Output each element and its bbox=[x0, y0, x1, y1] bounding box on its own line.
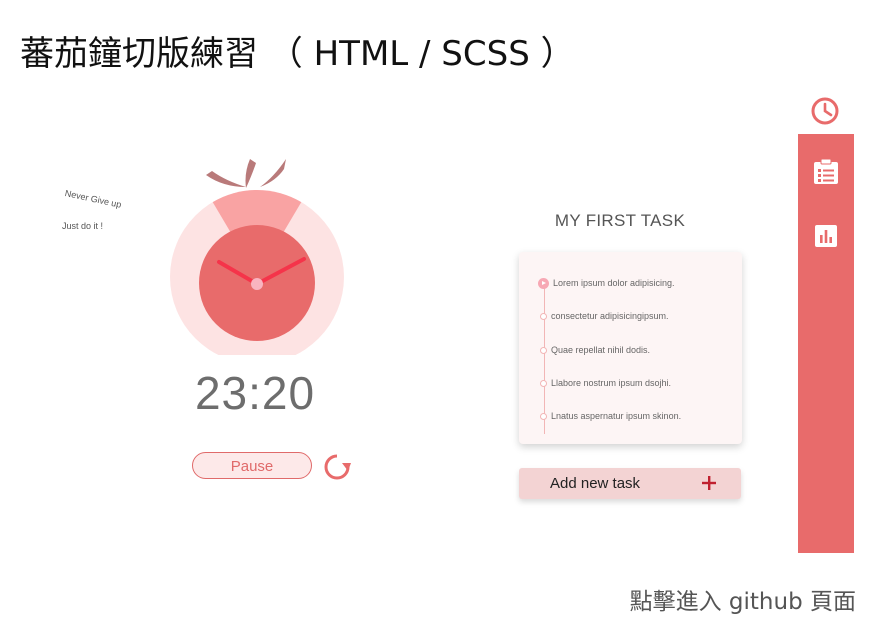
page-title: 蕃茄鐘切版練習 （ HTML / SCSS ） bbox=[20, 34, 575, 74]
bar-chart-icon[interactable] bbox=[813, 223, 839, 249]
task-label: Lnatus aspernatur ipsum skinon. bbox=[551, 411, 682, 421]
clock-center bbox=[251, 278, 263, 290]
task-dot-icon bbox=[540, 346, 547, 354]
add-task-label: Add new task bbox=[550, 475, 641, 492]
task-label: Quae repellat nihil dodis. bbox=[551, 345, 651, 355]
task-dot-icon bbox=[540, 379, 547, 387]
task-item[interactable]: Quae repellat nihil dodis. bbox=[540, 343, 650, 357]
add-task-button[interactable]: Add new task bbox=[519, 468, 741, 499]
reset-icon[interactable] bbox=[320, 451, 354, 481]
task-heading: MY FIRST TASK bbox=[554, 211, 686, 230]
task-dot-icon bbox=[540, 312, 547, 320]
task-list-card: Lorem ipsum dolor adipisicing. consectetu… bbox=[519, 252, 742, 444]
tomato-stem-left bbox=[206, 171, 246, 187]
clock-icon[interactable] bbox=[810, 96, 840, 126]
tomato-stem-mid bbox=[245, 159, 256, 188]
task-label: Lorem ipsum dolor adipisicing. bbox=[553, 278, 675, 288]
task-item[interactable]: Lnatus aspernatur ipsum skinon. bbox=[540, 409, 681, 423]
github-link[interactable]: 點擊進入 github 頁面 bbox=[630, 582, 856, 616]
task-dot-icon bbox=[540, 412, 547, 420]
tomato-clock bbox=[168, 155, 348, 355]
task-item[interactable]: consectetur adipisicingipsum. bbox=[540, 309, 669, 323]
motto-never-give-up: Never Give up bbox=[63, 188, 123, 210]
timer-display: 23:20 bbox=[194, 367, 316, 419]
task-item[interactable]: Llabore nostrum ipsum dsojhi. bbox=[540, 376, 671, 390]
task-label: consectetur adipisicingipsum. bbox=[551, 311, 669, 321]
pause-button[interactable]: Pause bbox=[192, 452, 312, 479]
task-label: Llabore nostrum ipsum dsojhi. bbox=[551, 378, 672, 388]
motto-just-do-it: Just do it ! bbox=[62, 221, 104, 231]
clipboard-list-icon[interactable] bbox=[813, 159, 839, 185]
task-play-icon bbox=[538, 277, 549, 289]
tomato-stem-right bbox=[260, 159, 286, 187]
task-item[interactable]: Lorem ipsum dolor adipisicing. bbox=[538, 276, 675, 290]
sidebar bbox=[798, 134, 854, 553]
plus-icon bbox=[702, 476, 716, 490]
